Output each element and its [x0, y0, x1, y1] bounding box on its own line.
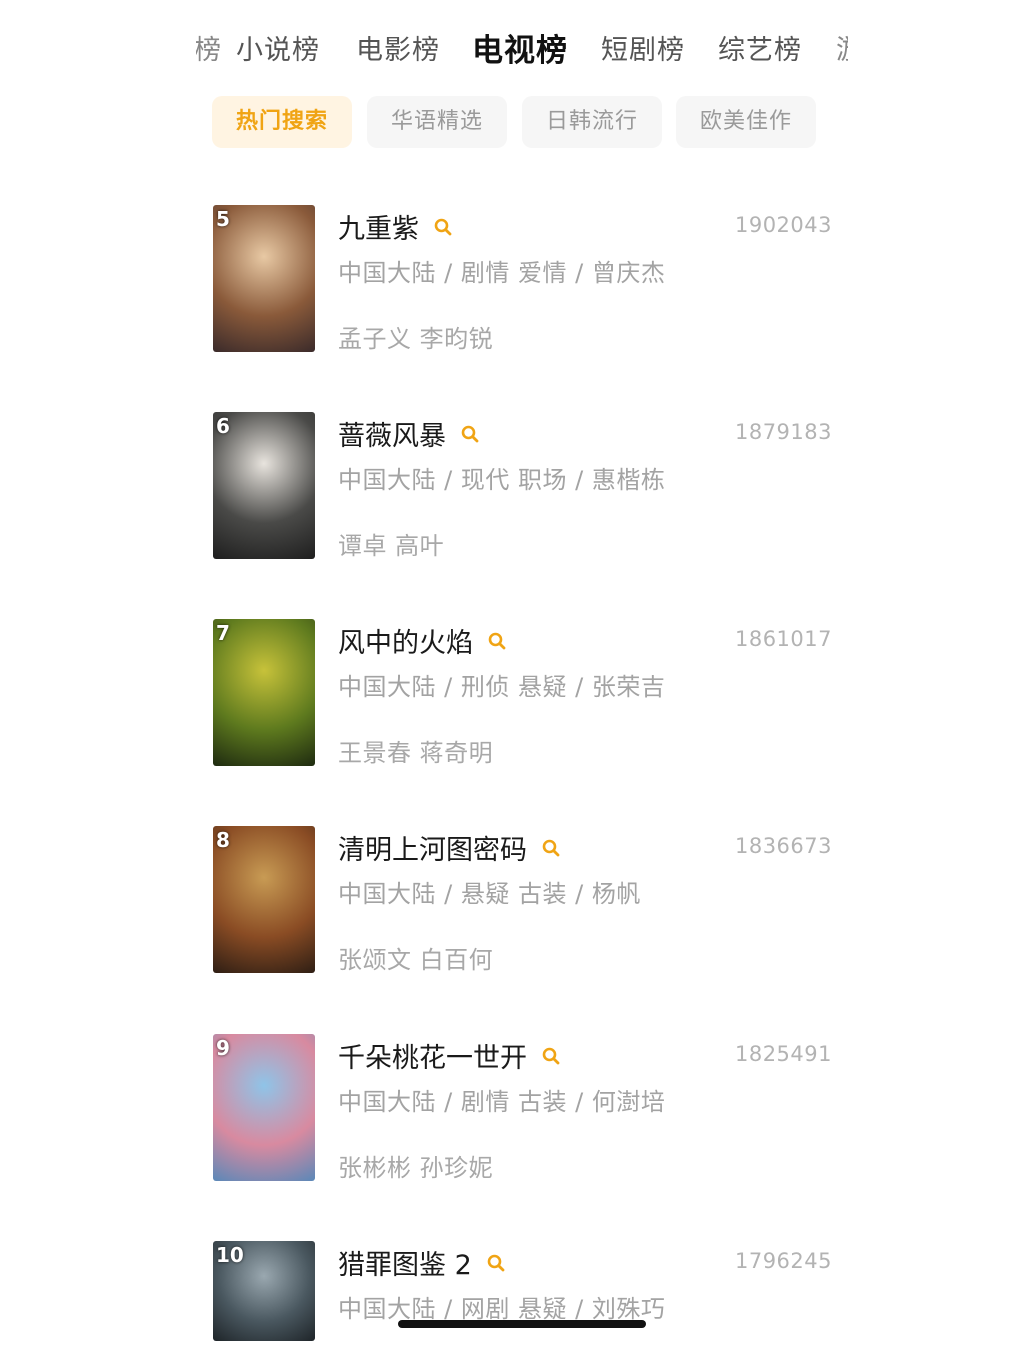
- item-title: 千朵桃花一世开: [338, 1036, 561, 1075]
- list-item[interactable]: 9 千朵桃花一世开 1825491 中国大陆 / 剧情 古装 / 何澍培 张彬彬…: [0, 1034, 1018, 1182]
- chip-jp-kr[interactable]: 日韩流行: [522, 96, 662, 148]
- search-icon[interactable]: [433, 217, 453, 237]
- tab-movie[interactable]: 电影榜: [356, 26, 440, 76]
- rank-badge: 8: [216, 828, 230, 852]
- item-meta: 中国大陆 / 悬疑 古装 / 杨帆: [338, 880, 641, 908]
- search-icon[interactable]: [460, 424, 480, 444]
- hot-score: 1796245: [734, 1249, 832, 1273]
- rank-badge: 6: [216, 414, 230, 438]
- rank-badge: 10: [216, 1243, 244, 1267]
- top-tab-bar: 榜 小说榜 电影榜 电视榜 短剧榜 综艺榜 游: [196, 26, 848, 76]
- tab-tv[interactable]: 电视榜: [472, 26, 568, 76]
- item-cast: 张彬彬 孙珍妮: [338, 1154, 494, 1182]
- tab-short-drama[interactable]: 短剧榜: [601, 26, 685, 76]
- tab-variety[interactable]: 综艺榜: [718, 26, 802, 76]
- item-cast: 孟子义 李昀锐: [338, 325, 494, 353]
- rank-badge: 5: [216, 207, 230, 231]
- list-item[interactable]: 6 蔷薇风暴 1879183 中国大陆 / 现代 职场 / 惠楷栋 谭卓 高叶: [0, 412, 1018, 560]
- poster-image: 5: [213, 205, 315, 352]
- item-title: 风中的火焰: [338, 621, 507, 660]
- list-item[interactable]: 8 清明上河图密码 1836673 中国大陆 / 悬疑 古装 / 杨帆 张颂文 …: [0, 826, 1018, 974]
- title-text: 风中的火焰: [338, 628, 473, 659]
- title-text: 九重紫: [338, 214, 419, 245]
- item-cast: 谭卓 高叶: [338, 532, 445, 560]
- chip-western[interactable]: 欧美佳作: [676, 96, 816, 148]
- rank-badge: 9: [216, 1036, 230, 1060]
- hot-score: 1861017: [734, 627, 832, 651]
- chip-chinese-picks[interactable]: 华语精选: [367, 96, 507, 148]
- item-meta: 中国大陆 / 现代 职场 / 惠楷栋: [338, 466, 666, 494]
- item-meta: 中国大陆 / 剧情 爱情 / 曾庆杰: [338, 259, 666, 287]
- hot-score: 1836673: [734, 834, 832, 858]
- search-icon[interactable]: [541, 1046, 561, 1066]
- list-item[interactable]: 7 风中的火焰 1861017 中国大陆 / 刑侦 悬疑 / 张荣吉 王景春 蒋…: [0, 619, 1018, 767]
- search-icon[interactable]: [487, 631, 507, 651]
- title-text: 千朵桃花一世开: [338, 1043, 527, 1074]
- list-item[interactable]: 5 九重紫 1902043 中国大陆 / 剧情 爱情 / 曾庆杰 孟子义 李昀锐: [0, 205, 1018, 353]
- item-title: 清明上河图密码: [338, 828, 561, 867]
- search-icon[interactable]: [486, 1253, 506, 1273]
- poster-image: 6: [213, 412, 315, 559]
- item-meta: 中国大陆 / 刑侦 悬疑 / 张荣吉: [338, 673, 666, 701]
- item-title: 蔷薇风暴: [338, 414, 480, 453]
- poster-image: 9: [213, 1034, 315, 1181]
- chip-hot-search[interactable]: 热门搜索: [212, 96, 352, 148]
- rank-badge: 7: [216, 621, 230, 645]
- item-meta: 中国大陆 / 网剧 悬疑 / 刘殊巧: [338, 1295, 666, 1323]
- tab-partial-left[interactable]: 榜: [196, 26, 221, 76]
- poster-image: 8: [213, 826, 315, 973]
- hot-score: 1825491: [734, 1042, 832, 1066]
- item-title: 猎罪图鉴 2: [338, 1243, 506, 1282]
- item-meta: 中国大陆 / 剧情 古装 / 何澍培: [338, 1088, 666, 1116]
- title-text: 猎罪图鉴 2: [338, 1250, 472, 1281]
- tab-novel[interactable]: 小说榜: [236, 26, 320, 76]
- title-text: 蔷薇风暴: [338, 421, 446, 452]
- item-cast: 王景春 蒋奇明: [338, 739, 494, 767]
- item-cast: 张颂文 白百何: [338, 946, 494, 974]
- search-icon[interactable]: [541, 838, 561, 858]
- tab-partial-right[interactable]: 游: [836, 26, 848, 76]
- hot-score: 1902043: [734, 213, 832, 237]
- hot-score: 1879183: [734, 420, 832, 444]
- poster-image: 7: [213, 619, 315, 766]
- item-title: 九重紫: [338, 207, 453, 246]
- poster-image: 10: [213, 1241, 315, 1341]
- title-text: 清明上河图密码: [338, 835, 527, 866]
- home-indicator[interactable]: [398, 1320, 646, 1328]
